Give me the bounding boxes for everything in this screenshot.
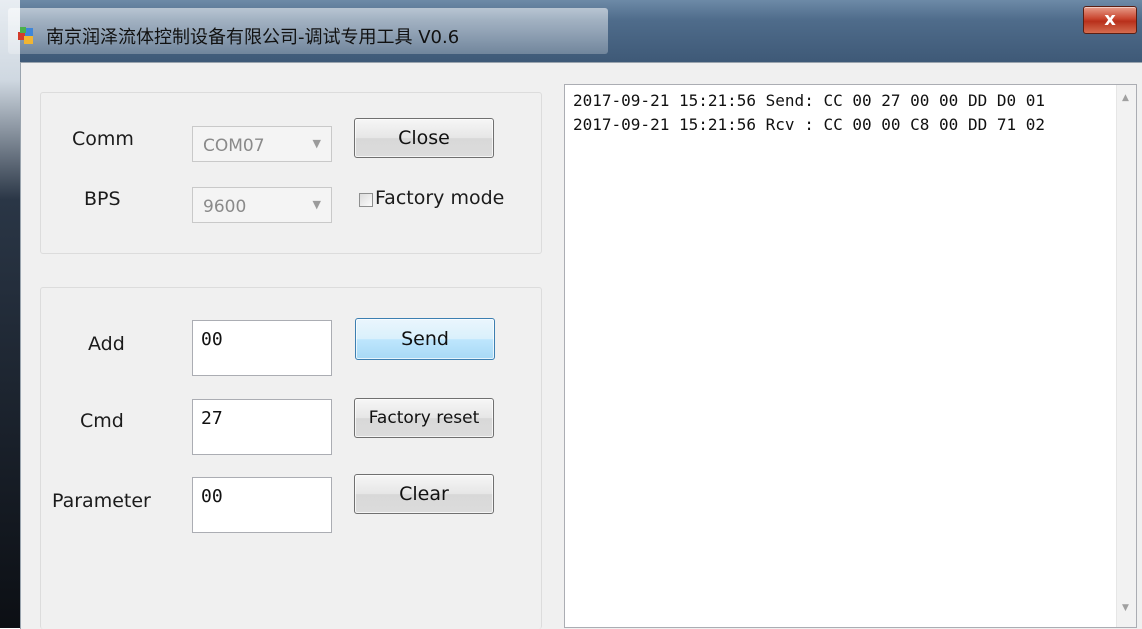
scroll-down-icon[interactable]: ▼ bbox=[1122, 603, 1129, 613]
factory-reset-label: Factory reset bbox=[368, 408, 480, 428]
app-icon bbox=[18, 27, 33, 44]
serial-settings-group bbox=[40, 92, 542, 254]
factory-mode-label[interactable]: Factory mode bbox=[375, 187, 504, 209]
log-line: 2017-09-21 15:21:56 Send: CC 00 27 00 00… bbox=[573, 91, 1046, 110]
scroll-up-icon[interactable]: ▲ bbox=[1122, 93, 1129, 103]
add-label: Add bbox=[88, 333, 125, 355]
parameter-field-value: 00 bbox=[201, 486, 223, 507]
bps-select[interactable]: 9600 ▼ bbox=[192, 187, 332, 223]
window-title: 南京润泽流体控制设备有限公司-调试专用工具 V0.6 bbox=[46, 27, 460, 48]
close-port-button[interactable]: Close bbox=[354, 118, 494, 158]
log-scrollbar[interactable]: ▲ ▼ bbox=[1116, 85, 1136, 627]
window-close-button[interactable]: x bbox=[1083, 6, 1137, 34]
add-field[interactable]: 00 bbox=[192, 320, 332, 376]
send-button[interactable]: Send bbox=[355, 318, 495, 360]
app-window: 南京润泽流体控制设备有限公司-调试专用工具 V0.6 x Comm COM07 … bbox=[0, 0, 1142, 629]
title-bar[interactable]: 南京润泽流体控制设备有限公司-调试专用工具 V0.6 x bbox=[0, 0, 1142, 58]
cmd-field[interactable]: 27 bbox=[192, 399, 332, 455]
window-frame-edge bbox=[0, 0, 20, 628]
comm-select-value: COM07 bbox=[203, 136, 265, 156]
clear-button-label: Clear bbox=[399, 483, 449, 505]
log-line: 2017-09-21 15:21:56 Rcv : CC 00 00 C8 00… bbox=[573, 115, 1046, 134]
send-button-label: Send bbox=[401, 328, 449, 350]
parameter-field[interactable]: 00 bbox=[192, 477, 332, 533]
log-textbox[interactable]: 2017-09-21 15:21:56 Send: CC 00 27 00 00… bbox=[564, 84, 1137, 628]
close-port-label: Close bbox=[398, 127, 450, 149]
factory-reset-button[interactable]: Factory reset bbox=[354, 398, 494, 438]
clear-button[interactable]: Clear bbox=[354, 474, 494, 514]
comm-label: Comm bbox=[72, 128, 134, 150]
chevron-down-icon: ▼ bbox=[312, 198, 321, 211]
comm-select[interactable]: COM07 ▼ bbox=[192, 126, 332, 162]
parameter-label: Parameter bbox=[52, 490, 151, 512]
chevron-down-icon: ▼ bbox=[312, 137, 321, 150]
factory-mode-checkbox[interactable] bbox=[359, 193, 373, 207]
close-icon: x bbox=[1104, 9, 1116, 30]
cmd-field-value: 27 bbox=[201, 408, 223, 429]
bps-label: BPS bbox=[84, 188, 121, 210]
bps-select-value: 9600 bbox=[203, 197, 247, 217]
cmd-label: Cmd bbox=[80, 410, 124, 432]
add-field-value: 00 bbox=[201, 329, 223, 350]
